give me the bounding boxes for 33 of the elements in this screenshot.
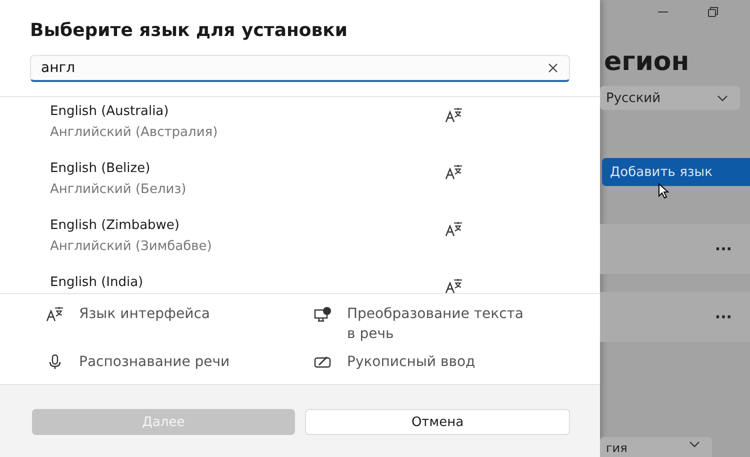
feature-label: Преобразование текста в речь — [347, 305, 525, 344]
feature-label: Рукописный ввод — [347, 353, 476, 372]
language-name: English (Australia) — [50, 104, 170, 119]
feature-label: Язык интерфейса — [79, 305, 210, 324]
chevron-icon — [717, 94, 728, 102]
feature-label: Распознавание речи — [79, 353, 230, 372]
pen-icon — [314, 354, 332, 370]
add-language-button[interactable]: Добавить язык — [602, 158, 750, 186]
language-native-name: Английский (Зимбабве) — [50, 239, 213, 254]
more-button[interactable]: ··· — [714, 308, 732, 326]
chevron-icon — [689, 441, 700, 448]
search-field[interactable]: англ — [30, 55, 570, 82]
language-item[interactable]: English (Belize) Английский (Белиз) — [0, 154, 600, 211]
language-name: English (Belize) — [50, 161, 152, 176]
cancel-button[interactable]: Отмена — [305, 409, 570, 435]
language-item[interactable]: English (India) — [0, 268, 600, 293]
language-name: English (India) — [50, 275, 144, 290]
language-item[interactable]: English (Australia) Английский (Австралия) — [0, 97, 600, 154]
language-pack-icon — [46, 306, 64, 322]
monitor-icon — [314, 306, 332, 322]
language-name: English (Zimbabwe) — [50, 218, 180, 233]
page-heading: егион — [604, 46, 690, 78]
region-dropdown[interactable]: гия — [600, 437, 712, 457]
cursor-icon — [658, 183, 670, 199]
language-dropdown[interactable]: Русский — [600, 86, 740, 110]
minimize-icon[interactable] — [658, 11, 668, 13]
more-button[interactable]: ··· — [714, 240, 732, 258]
maximize-icon[interactable] — [708, 7, 718, 17]
language-item[interactable]: English (Zimbabwe) Английский (Зимбабве) — [0, 211, 600, 268]
clear-icon[interactable] — [548, 63, 558, 73]
language-native-name: Английский (Австралия) — [50, 125, 219, 140]
language-native-name: Английский (Белиз) — [50, 182, 188, 197]
dialog-title: Выберите язык для установки — [30, 20, 349, 41]
